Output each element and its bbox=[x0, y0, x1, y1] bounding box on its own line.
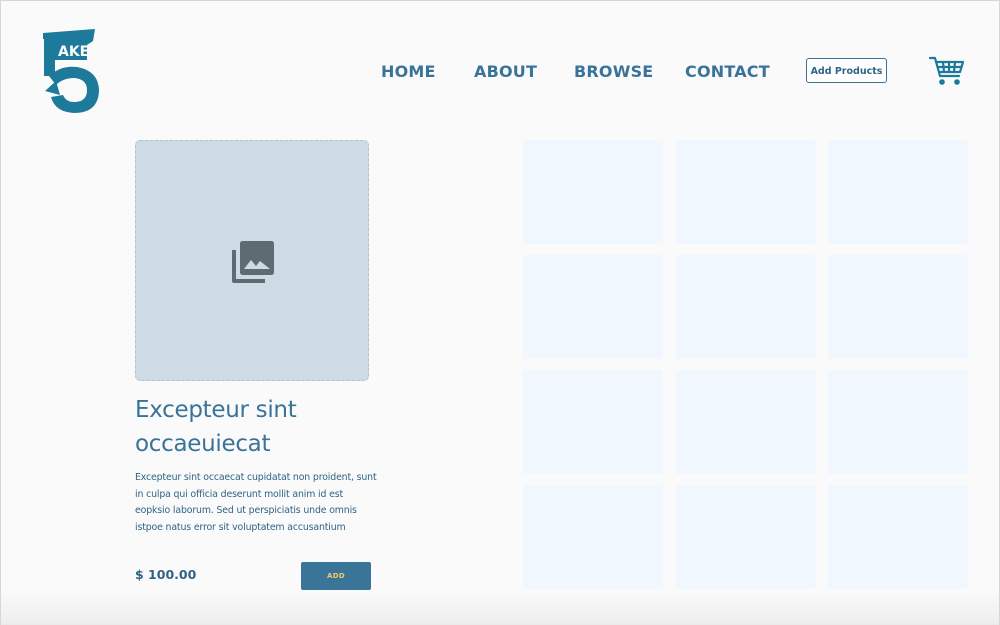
nav-browse[interactable]: BROWSE bbox=[574, 61, 653, 83]
product-title: Excepteur sint occaeuiecat bbox=[135, 393, 435, 461]
image-placeholder-icon bbox=[232, 241, 274, 283]
nav-home[interactable]: HOME bbox=[381, 61, 436, 83]
nav-contact[interactable]: CONTACT bbox=[685, 61, 770, 83]
bottom-shade bbox=[1, 591, 999, 625]
product-price: $ 100.00 bbox=[135, 567, 197, 582]
product-tile[interactable] bbox=[828, 485, 968, 589]
add-products-button[interactable]: Add Products bbox=[806, 58, 887, 83]
nav-about[interactable]: ABOUT bbox=[474, 61, 537, 83]
product-description: Excepteur sint occaecat cupidatat non pr… bbox=[135, 472, 377, 533]
product-tile[interactable] bbox=[523, 140, 663, 244]
product-title-line-1: Excepteur sint bbox=[135, 397, 297, 423]
product-tile[interactable] bbox=[676, 485, 816, 589]
product-tile[interactable] bbox=[523, 255, 663, 359]
product-title-line-2: occaeuiecat bbox=[135, 431, 271, 457]
product-tile[interactable] bbox=[523, 370, 663, 474]
product-tile[interactable] bbox=[523, 485, 663, 589]
product-tile[interactable] bbox=[676, 255, 816, 359]
product-grid bbox=[523, 140, 968, 589]
logo-text: AKE bbox=[58, 44, 89, 60]
shopping-cart-icon[interactable] bbox=[929, 55, 965, 87]
product-tile[interactable] bbox=[676, 140, 816, 244]
product-tile[interactable] bbox=[828, 140, 968, 244]
product-tile[interactable] bbox=[828, 370, 968, 474]
add-to-cart-button[interactable]: ADD bbox=[301, 562, 371, 590]
product-tile[interactable] bbox=[676, 370, 816, 474]
take5-logo-icon[interactable]: AKE bbox=[41, 29, 103, 115]
product-tile[interactable] bbox=[828, 255, 968, 359]
